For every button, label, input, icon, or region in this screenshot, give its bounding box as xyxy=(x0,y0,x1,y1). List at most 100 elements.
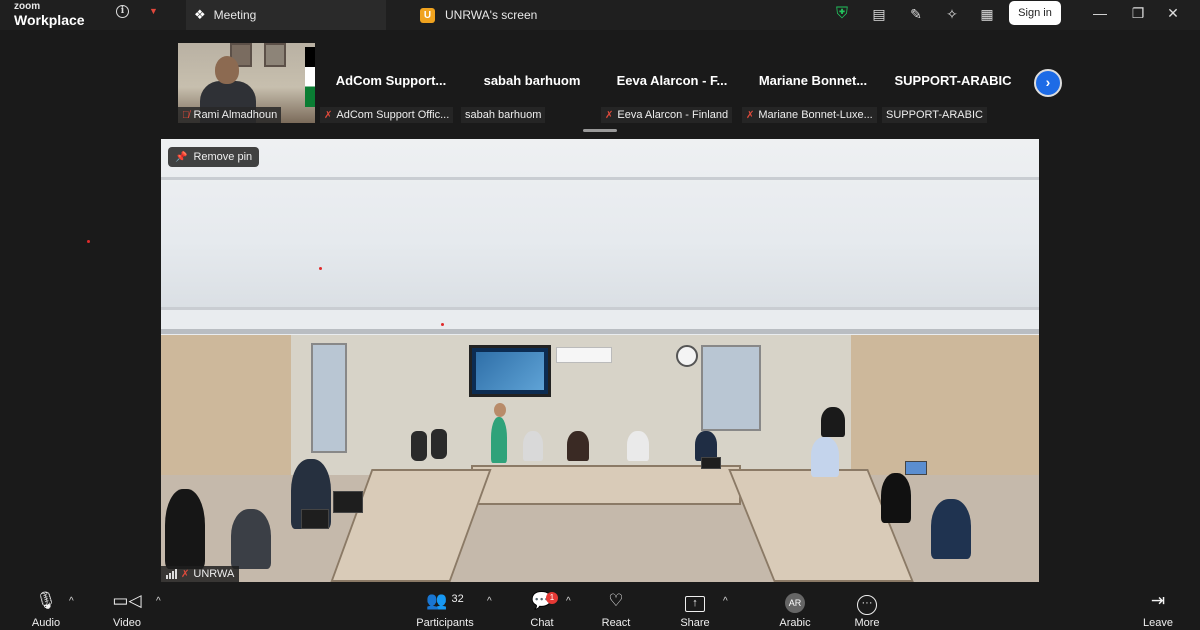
remove-pin-label: Remove pin xyxy=(193,151,253,163)
meeting-icon: ❖ xyxy=(194,7,206,22)
person xyxy=(811,437,839,477)
share-icon: ↑ xyxy=(660,590,730,612)
leave-icon: ⇥ xyxy=(1150,591,1166,610)
person xyxy=(881,473,911,523)
sign-in-button[interactable]: Sign in xyxy=(1009,1,1061,25)
audio-label: Audio xyxy=(31,617,61,629)
person xyxy=(165,489,205,569)
participant-display-name: sabah barhuom xyxy=(483,73,581,88)
participant-tile[interactable]: SUPPORT-ARABIC SUPPORT-ARABIC xyxy=(882,43,1019,123)
door xyxy=(311,343,347,453)
tab-meeting[interactable]: ❖ Meeting xyxy=(186,0,386,30)
strip-scroll-indicator[interactable] xyxy=(583,129,617,132)
mic-muted-icon: 🎙̸ xyxy=(182,109,190,121)
heart-icon: ♡ xyxy=(608,591,624,610)
participants-label: Participants xyxy=(416,617,474,629)
ac-unit xyxy=(556,347,612,363)
participants-options-caret[interactable]: ^ xyxy=(487,596,492,607)
participant-tile[interactable]: Eeva Alarcon - F... ✗ Eeva Alarcon - Fin… xyxy=(601,43,738,123)
react-button[interactable]: ♡ React xyxy=(581,590,651,630)
wall-panel xyxy=(851,335,1039,475)
mic-muted-icon: ✗ xyxy=(605,109,614,121)
language-label: Arabic xyxy=(779,617,811,629)
video-owner-name: UNRWA xyxy=(193,568,235,580)
wall-frame xyxy=(264,43,286,67)
participant-name: Rami Almadhoun xyxy=(193,109,278,121)
annotate-icon[interactable]: ✎ xyxy=(906,4,926,24)
close-icon[interactable]: ✕ xyxy=(1163,5,1183,22)
person xyxy=(821,407,845,437)
person xyxy=(231,509,271,569)
participant-name: sabah barhuom xyxy=(465,109,542,121)
participant-tile[interactable]: AdCom Support... ✗ AdCom Support Offic..… xyxy=(320,43,457,123)
tv-screen xyxy=(469,345,551,397)
conference-table xyxy=(471,465,741,505)
mic-muted-icon: ✗ xyxy=(181,568,190,580)
interpretation-button[interactable]: AR Arabic xyxy=(760,590,830,630)
shared-video[interactable] xyxy=(161,139,1039,582)
participant-label: ✗ AdCom Support Offic... xyxy=(320,107,454,123)
sparkle-icon[interactable]: ✧ xyxy=(942,4,962,24)
language-icon: AR xyxy=(760,590,830,613)
language-code: AR xyxy=(785,593,805,613)
apps-icon[interactable]: ▦ xyxy=(977,4,997,24)
chair xyxy=(431,429,447,459)
person xyxy=(523,431,543,461)
shield-icon[interactable]: ⛨ xyxy=(832,4,852,24)
signal-icon xyxy=(166,569,177,579)
participant-display-name: AdCom Support... xyxy=(335,73,447,88)
remove-pin-button[interactable]: 📌 Remove pin xyxy=(168,147,260,167)
more-button[interactable]: ··· More xyxy=(832,590,902,630)
window xyxy=(701,345,761,431)
participant-name: Mariane Bonnet-Luxe... xyxy=(758,109,873,121)
person xyxy=(567,431,589,461)
react-label: React xyxy=(601,617,631,629)
chat-unread-badge: 1 xyxy=(546,592,558,604)
chair xyxy=(411,431,427,461)
tab-screen-label: UNRWA's screen xyxy=(445,8,538,22)
ceiling-line xyxy=(161,329,1039,334)
chevron-right-icon[interactable]: › xyxy=(1034,69,1062,97)
share-button[interactable]: ↑ Share xyxy=(660,590,730,630)
share-options-caret[interactable]: ^ xyxy=(723,596,728,607)
participant-label: 🎙̸ Rami Almadhoun xyxy=(178,107,282,123)
participants-count: 32 xyxy=(451,593,464,605)
laptop xyxy=(301,509,329,529)
audio-options-caret[interactable]: ^ xyxy=(69,596,74,607)
person xyxy=(491,417,507,463)
participant-tile-video[interactable]: 🎙̸ Rami Almadhoun xyxy=(178,43,315,123)
participant-name: SUPPORT-ARABIC xyxy=(886,109,983,121)
video-options-caret[interactable]: ^ xyxy=(156,596,161,607)
notes-icon[interactable]: ▤ xyxy=(869,4,889,24)
participants-button[interactable]: 👥 32 Participants xyxy=(410,590,480,630)
participant-name: AdCom Support Offic... xyxy=(336,109,450,121)
more-label: More xyxy=(854,617,880,629)
title-bar: zoom Workplace i ▼ ❖ Meeting U UNRWA's s… xyxy=(0,0,1200,30)
ceiling-line xyxy=(161,307,1039,310)
person-head xyxy=(215,56,239,84)
participant-tile[interactable]: sabah barhuom sabah barhuom xyxy=(461,43,598,123)
restore-icon[interactable]: ❐ xyxy=(1128,5,1148,22)
participant-name: Eeva Alarcon - Finland xyxy=(617,109,729,121)
participant-tile[interactable]: Mariane Bonnet... ✗ Mariane Bonnet-Luxe.… xyxy=(742,43,879,123)
participant-display-name: Eeva Alarcon - F... xyxy=(616,73,728,88)
flag xyxy=(305,47,315,107)
person-head xyxy=(494,403,506,417)
tv-display xyxy=(476,352,544,390)
more-icon: ··· xyxy=(832,590,902,615)
person xyxy=(931,499,971,559)
minimize-icon[interactable]: — xyxy=(1090,5,1110,21)
wall-clock xyxy=(676,345,698,367)
chat-options-caret[interactable]: ^ xyxy=(566,596,571,607)
stray-dot xyxy=(441,323,444,326)
zoom-workplace-logo: zoom Workplace xyxy=(14,2,85,28)
ceiling-line xyxy=(161,177,1039,180)
info-icon[interactable]: i xyxy=(116,5,129,18)
tab-shared-screen[interactable]: U UNRWA's screen xyxy=(412,0,812,30)
chevron-down-icon[interactable]: ▼ xyxy=(149,6,158,16)
leave-button[interactable]: ⇥ Leave xyxy=(1123,590,1193,630)
shared-video-label: ✗ UNRWA xyxy=(161,566,240,582)
stray-dot xyxy=(87,240,90,243)
video-button[interactable]: ▭◁ Video xyxy=(92,590,162,630)
person xyxy=(627,431,649,461)
